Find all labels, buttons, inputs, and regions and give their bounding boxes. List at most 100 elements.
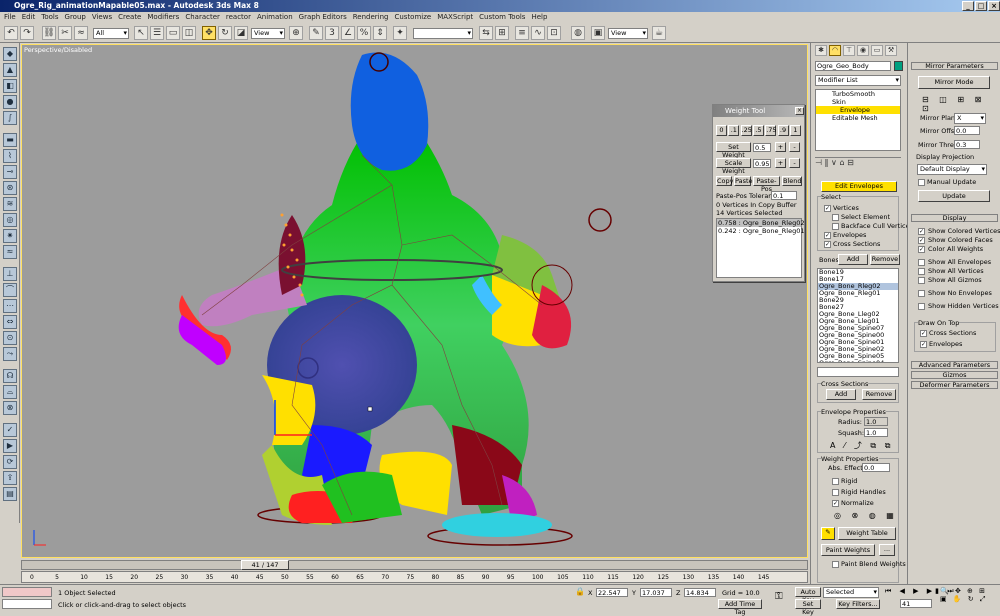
wind-icon[interactable]: ≋ bbox=[3, 197, 17, 211]
menu-character[interactable]: Character bbox=[185, 13, 220, 21]
dashpot-icon[interactable]: ⊸ bbox=[3, 165, 17, 179]
create-tab-icon[interactable]: ✱ bbox=[815, 45, 827, 56]
update-button[interactable]: Update bbox=[918, 190, 990, 202]
auto-key-button[interactable]: Auto Key bbox=[795, 587, 821, 604]
unlink-icon[interactable]: ✂ bbox=[58, 26, 72, 40]
mirror-offset-field[interactable]: 0.0 bbox=[954, 126, 980, 135]
menu-animation[interactable]: Animation bbox=[257, 13, 293, 21]
reactor-icon[interactable]: ◆ bbox=[3, 47, 17, 61]
mirror-mode-button[interactable]: Mirror Mode bbox=[918, 76, 990, 89]
display-option-checkbox[interactable] bbox=[918, 277, 925, 284]
set-weight-minus[interactable]: - bbox=[789, 142, 800, 152]
stack-item-editable-mesh[interactable]: Editable Mesh bbox=[816, 114, 900, 122]
paste-pos-tolerance-field[interactable]: 0.1 bbox=[771, 191, 797, 200]
display-option-checkbox[interactable]: ✓ bbox=[918, 246, 925, 253]
motion-tab-icon[interactable]: ◉ bbox=[857, 45, 869, 56]
point-to-path-icon[interactable]: ⤳ bbox=[3, 347, 17, 361]
display-projection-dropdown[interactable]: Default Display bbox=[917, 164, 987, 175]
rigid-checkbox[interactable] bbox=[832, 478, 839, 485]
mirror-icon[interactable]: ⇆ bbox=[479, 26, 493, 40]
window-crossing-icon[interactable]: ◫ bbox=[182, 26, 196, 40]
mirror-tool-icons[interactable]: ⊟ ◫ ⊞ ⊠ ⊡ bbox=[922, 95, 1000, 113]
menu-edit[interactable]: Edit bbox=[22, 13, 36, 21]
menu-maxscript[interactable]: MAXScript bbox=[437, 13, 473, 21]
fracture-tool-icon[interactable]: ⊗ bbox=[3, 401, 17, 415]
y-coordinate[interactable]: 17.037 bbox=[640, 588, 672, 597]
key-selection-dropdown[interactable]: Selected bbox=[823, 587, 879, 598]
x-coordinate[interactable]: 22.547 bbox=[596, 588, 628, 597]
fracture-icon[interactable]: ✷ bbox=[3, 229, 17, 243]
bind-spacewarp-icon[interactable]: ≈ bbox=[74, 26, 88, 40]
envelopes-checkbox[interactable]: ✓ bbox=[824, 232, 831, 239]
curve-editor-icon[interactable]: ∿ bbox=[531, 26, 545, 40]
display-tab-icon[interactable]: ▭ bbox=[871, 45, 883, 56]
modifier-list-dropdown[interactable]: Modifier List bbox=[815, 75, 901, 86]
weights-list-item[interactable]: 0.758 : Ogre_Bone_Rleg02 bbox=[717, 219, 804, 227]
perspective-viewport[interactable]: Perspective/Disabled bbox=[21, 44, 808, 558]
object-color-swatch[interactable] bbox=[894, 61, 903, 71]
toy-car-icon[interactable]: ◎ bbox=[3, 213, 17, 227]
stack-item-skin[interactable]: Skin bbox=[816, 98, 900, 106]
copy-button[interactable]: Copy bbox=[716, 176, 734, 186]
select-element-checkbox[interactable] bbox=[832, 214, 839, 221]
maximize-button[interactable]: □ bbox=[975, 1, 987, 11]
draw-envelopes-checkbox[interactable]: ✓ bbox=[920, 341, 927, 348]
add-bone-button[interactable]: Add bbox=[838, 254, 868, 265]
menu-rendering[interactable]: Rendering bbox=[353, 13, 389, 21]
bone-filter-field[interactable] bbox=[817, 367, 899, 377]
utilities-tab-icon[interactable]: ⚒ bbox=[885, 45, 897, 56]
mirror-thresh-field[interactable]: 0.3 bbox=[954, 140, 980, 149]
paste-pos-button[interactable]: Paste-Pos bbox=[753, 176, 780, 193]
gizmos-rollout[interactable]: Gizmos bbox=[911, 371, 998, 379]
scale-icon[interactable]: ◪ bbox=[234, 26, 248, 40]
water-icon[interactable]: ≈ bbox=[3, 245, 17, 259]
point-to-point-icon[interactable]: ⋯ bbox=[3, 299, 17, 313]
undo-icon[interactable]: ↶ bbox=[4, 26, 18, 40]
radius-field[interactable]: 1.0 bbox=[864, 417, 888, 426]
squash-field[interactable]: 1.0 bbox=[864, 428, 888, 437]
export-world-icon[interactable]: ⇪ bbox=[3, 471, 17, 485]
reference-coord-dropdown[interactable]: View bbox=[251, 28, 285, 39]
object-name-field[interactable]: Ogre_Geo_Body bbox=[815, 61, 891, 71]
menu-tools[interactable]: Tools bbox=[41, 13, 58, 21]
display-option-checkbox[interactable] bbox=[918, 268, 925, 275]
paint-blend-checkbox[interactable] bbox=[832, 561, 839, 568]
cs-remove-button[interactable]: Remove bbox=[862, 389, 896, 400]
display-option-checkbox[interactable]: ✓ bbox=[918, 228, 925, 235]
stack-item-turbosmooth[interactable]: TurboSmooth bbox=[816, 90, 900, 98]
draw-cross-sections-checkbox[interactable]: ✓ bbox=[920, 330, 927, 337]
select-by-name-icon[interactable]: ☰ bbox=[150, 26, 164, 40]
menu-reactor[interactable]: reactor bbox=[226, 13, 251, 21]
cross-sections-checkbox[interactable]: ✓ bbox=[824, 241, 831, 248]
rigid-handles-checkbox[interactable] bbox=[832, 489, 839, 496]
stack-controls[interactable]: ⊣ ‖ ∨ ⌂ ⊟ bbox=[815, 157, 901, 169]
pivot-icon[interactable]: ⊕ bbox=[289, 26, 303, 40]
track-bar[interactable]: 0 5 10 15 20 25 30 35 40 45 50 55 60 65 70 75 80 85 90 95 10… bbox=[21, 571, 808, 583]
scale-weight-minus[interactable]: - bbox=[789, 158, 800, 168]
rope-icon[interactable]: ∫ bbox=[3, 111, 17, 125]
weight-preset-button[interactable]: 1 bbox=[789, 125, 801, 136]
create-animation-icon[interactable]: ⟳ bbox=[3, 455, 17, 469]
weights-list[interactable]: 0.758 : Ogre_Bone_Rleg02 0.242 : Ogre_Bo… bbox=[716, 218, 804, 278]
add-time-tag-button[interactable]: Add Time Tag bbox=[718, 599, 762, 616]
viewport-nav-controls[interactable]: 🔍 ✥ ⊕ ⊞ ▣ ✋ ↻ ⤢ bbox=[940, 587, 987, 604]
prismatic-icon[interactable]: ⇔ bbox=[3, 315, 17, 329]
close-button[interactable]: × bbox=[988, 1, 1000, 11]
display-option-checkbox[interactable] bbox=[918, 259, 925, 266]
weights-list-item[interactable]: 0.242 : Ogre_Bone_Rleg01 bbox=[717, 227, 804, 235]
weight-tool-close-button[interactable]: × bbox=[795, 107, 804, 115]
menu-views[interactable]: Views bbox=[92, 13, 112, 21]
blend-button[interactable]: Blend bbox=[782, 176, 802, 186]
mirror-plane-dropdown[interactable]: X bbox=[954, 113, 986, 124]
envelope-tool-icons[interactable]: A ⁄ ⤴ ⧉ ⧉ bbox=[830, 440, 893, 451]
percent-snap-icon[interactable]: % bbox=[357, 26, 371, 40]
rigid-body-icon[interactable]: ▲ bbox=[3, 63, 17, 77]
snap-icon[interactable]: 3 bbox=[325, 26, 339, 40]
remove-bone-button[interactable]: Remove bbox=[870, 254, 900, 265]
paste-button[interactable]: Paste bbox=[734, 176, 753, 186]
menu-create[interactable]: Create bbox=[118, 13, 141, 21]
set-weight-value[interactable]: 0.5 bbox=[753, 143, 771, 152]
normalize-checkbox[interactable]: ✓ bbox=[832, 500, 839, 507]
modify-tab-icon[interactable]: ◠ bbox=[829, 45, 841, 56]
key-filters-button[interactable]: Key Filters... bbox=[836, 599, 880, 609]
